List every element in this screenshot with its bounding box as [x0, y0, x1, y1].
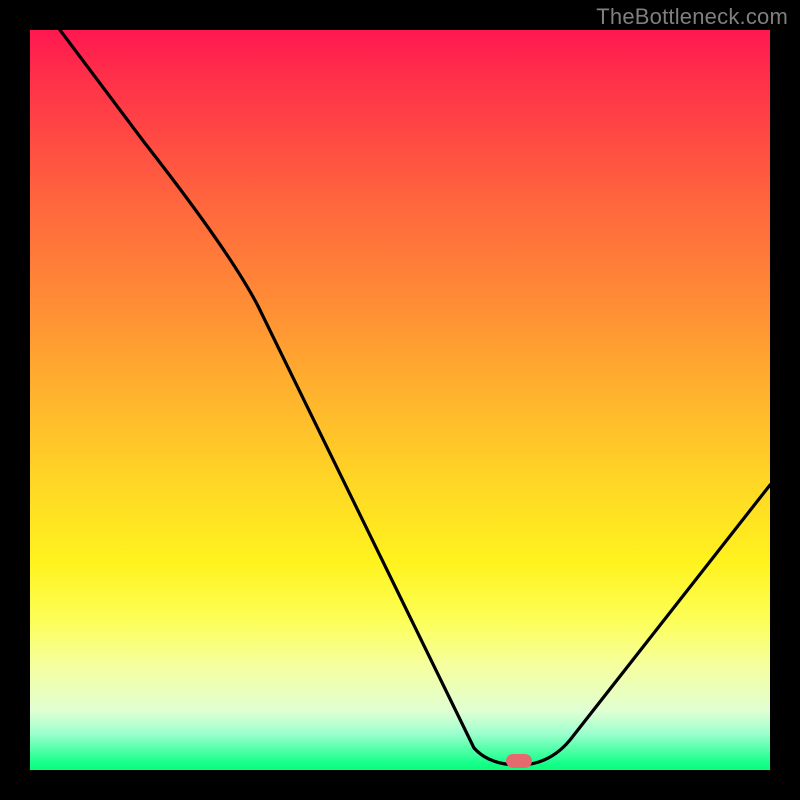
watermark-text: TheBottleneck.com	[596, 4, 788, 30]
optimal-marker	[506, 754, 532, 768]
chart-frame: TheBottleneck.com	[0, 0, 800, 800]
curve-path	[60, 30, 770, 765]
plot-area	[30, 30, 770, 770]
bottleneck-curve	[30, 30, 770, 770]
